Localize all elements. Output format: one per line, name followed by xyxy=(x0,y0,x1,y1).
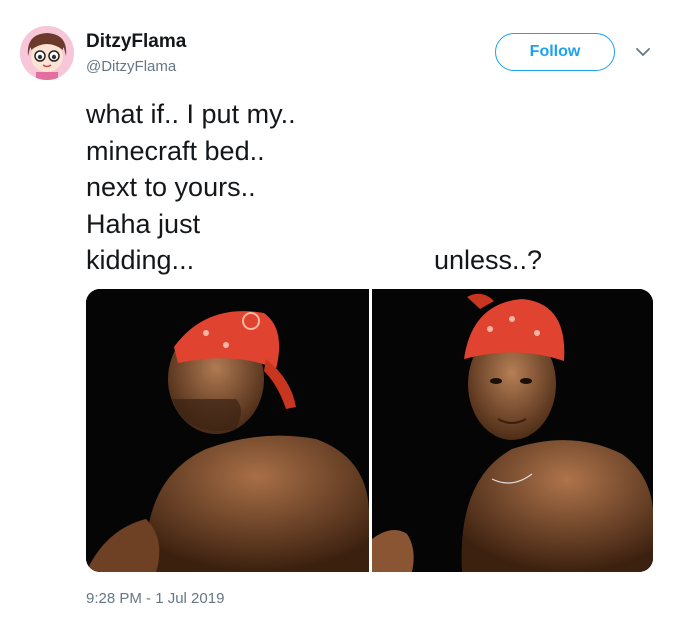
follow-button[interactable]: Follow xyxy=(495,33,615,71)
tweet-media[interactable] xyxy=(86,289,653,572)
user-handle[interactable]: @DitzyFlama xyxy=(86,58,176,75)
media-panel-right[interactable] xyxy=(372,289,653,572)
tweet-timestamp[interactable]: 9:28 PM - 1 Jul 2019 xyxy=(86,590,224,607)
avatar-illustration xyxy=(20,26,74,80)
tweet-text-unless: unless..? xyxy=(434,245,543,275)
media-panel-left[interactable] xyxy=(86,289,369,572)
chevron-down-icon[interactable] xyxy=(634,43,652,61)
avatar[interactable] xyxy=(20,26,74,80)
display-name[interactable]: DitzyFlama xyxy=(86,31,186,53)
tweet-text: what if.. I put my.. minecraft bed.. nex… xyxy=(86,99,296,275)
